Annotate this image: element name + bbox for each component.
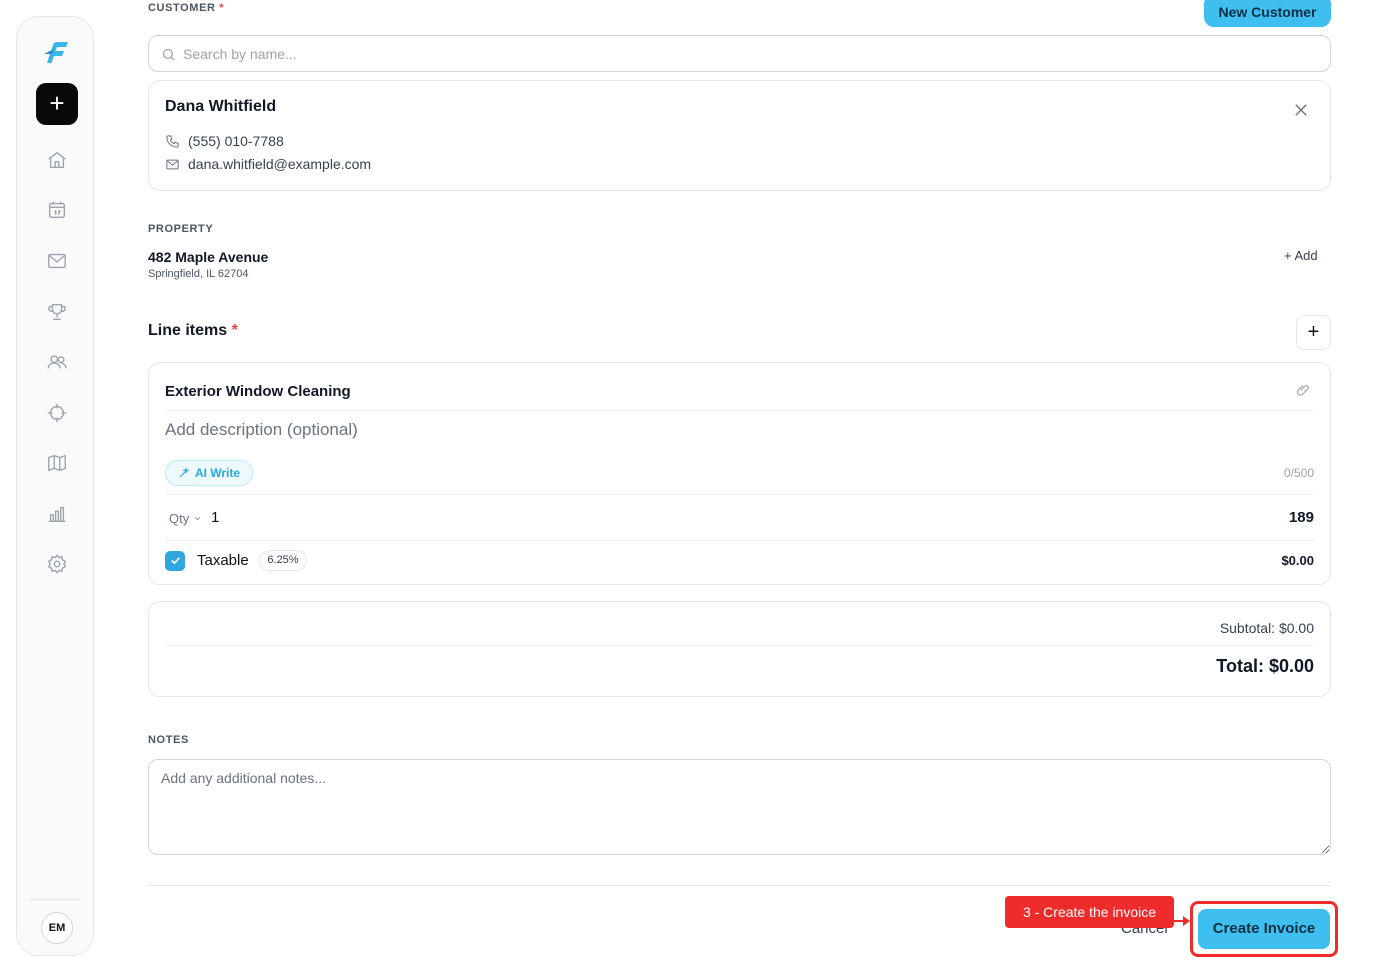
chart-icon[interactable] <box>46 503 68 525</box>
customer-email: dana.whitfield@example.com <box>188 156 372 172</box>
customer-name: Dana Whitfield <box>165 98 277 115</box>
notes-section-label: NOTES <box>148 734 189 746</box>
notes-textarea[interactable] <box>148 759 1331 855</box>
total: Total: $0.00 <box>1216 656 1314 676</box>
subtotal: Subtotal: $0.00 <box>1219 620 1314 636</box>
line-item-description[interactable]: Add description (optional) <box>165 420 358 440</box>
divider <box>165 540 1314 541</box>
line-items-title-text: Line items <box>148 322 228 339</box>
line-item-name[interactable]: Exterior Window Cleaning <box>165 383 351 400</box>
property-section-label: PROPERTY <box>148 223 214 235</box>
user-avatar[interactable]: EM <box>41 912 73 944</box>
target-icon[interactable] <box>46 402 68 424</box>
customer-label-text: CUSTOMER <box>148 2 216 14</box>
line-items-title: Line items * <box>148 322 238 340</box>
divider <box>165 410 1314 411</box>
map-icon[interactable] <box>46 452 68 474</box>
app-logo[interactable] <box>41 37 71 67</box>
mail-icon[interactable] <box>46 250 68 272</box>
chevron-down-icon <box>194 517 200 521</box>
ai-write-label: AI Write <box>194 466 241 480</box>
customer-search <box>148 35 1331 72</box>
required-mark: * <box>219 2 225 14</box>
add-property-button[interactable]: + Add <box>1284 248 1318 263</box>
quick-add-button[interactable]: + <box>36 83 78 125</box>
ai-write-button[interactable]: AI Write <box>165 460 253 486</box>
customer-phone: (555) 010-7788 <box>188 133 284 149</box>
divider <box>165 645 1314 646</box>
callout-arrow <box>1172 913 1190 926</box>
line-item-card: Exterior Window Cleaning Add description… <box>148 362 1331 585</box>
customer-search-input[interactable] <box>183 43 1283 65</box>
customer-section-label: CUSTOMER * <box>148 2 224 14</box>
settings-icon[interactable] <box>46 553 68 575</box>
users-icon[interactable] <box>46 351 68 373</box>
qty-dropdown[interactable]: Qty <box>169 511 202 526</box>
phone-icon <box>166 134 179 148</box>
qty-input[interactable]: 1 <box>211 509 219 526</box>
tax-rate-badge[interactable]: 6.25% <box>259 550 307 571</box>
char-count: 0/500 <box>1283 466 1314 480</box>
line-item-price[interactable]: 189 <box>1289 509 1314 526</box>
selected-customer-card: Dana Whitfield (555) 010-7788 dana.whitf… <box>148 80 1331 191</box>
taxable-checkbox[interactable] <box>165 551 185 571</box>
footer-divider <box>148 885 1331 886</box>
check-icon <box>170 557 180 565</box>
property-city: Springfield, IL 62704 <box>148 268 249 280</box>
mail-icon <box>166 159 179 169</box>
tax-amount: $0.00 <box>1281 553 1314 568</box>
sidebar: + EM <box>16 16 94 956</box>
close-icon[interactable] <box>1292 101 1310 119</box>
calendar-icon[interactable] <box>46 199 68 221</box>
home-icon[interactable] <box>46 149 68 171</box>
add-line-item-button[interactable]: + <box>1296 315 1331 350</box>
required-mark: * <box>231 322 238 339</box>
property-address: 482 Maple Avenue <box>148 249 269 265</box>
divider <box>165 494 1314 495</box>
taxable-label: Taxable <box>197 552 249 569</box>
trophy-icon[interactable] <box>46 301 68 323</box>
step-callout: 3 - Create the invoice <box>1005 896 1174 928</box>
totals-card: Subtotal: $0.00 Total: $0.00 <box>148 601 1331 697</box>
new-customer-button[interactable]: New Customer <box>1204 0 1331 27</box>
search-icon <box>162 48 175 61</box>
sparkle-icon <box>179 467 190 478</box>
qty-label: Qty <box>169 511 190 526</box>
customer-email-row: dana.whitfield@example.com <box>165 156 371 172</box>
highlight-box <box>1190 901 1338 957</box>
customer-phone-row: (555) 010-7788 <box>165 133 284 149</box>
paperclip-icon[interactable] <box>1295 382 1312 399</box>
sidebar-divider <box>29 899 81 900</box>
